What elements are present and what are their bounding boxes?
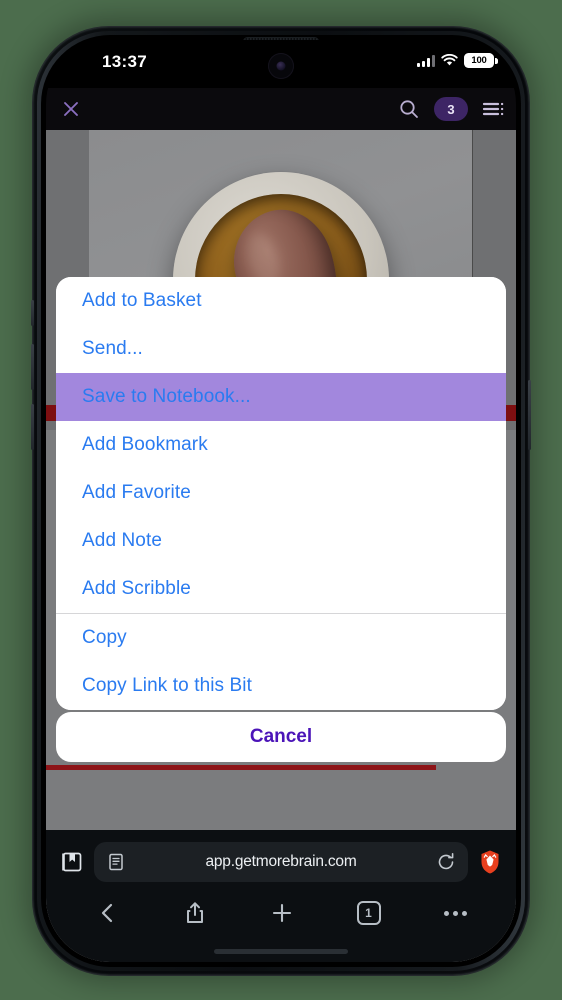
brave-shield-lion-icon[interactable] [478,849,502,875]
dynamic-island [268,53,294,79]
reader-mode-icon[interactable] [106,852,126,872]
badge-count-text: 3 [447,101,455,117]
page-load-progress-bar [46,765,436,770]
status-bar-indicators: 100 [417,53,498,68]
home-indicator [214,949,348,954]
tab-count-button[interactable]: 1 [356,901,381,925]
list-menu-icon[interactable] [482,100,504,118]
share-icon[interactable] [183,901,207,925]
action-item-save-to-notebook[interactable]: Save to Notebook... [56,373,506,421]
action-item-add-note[interactable]: Add Note [56,517,506,565]
cancel-button[interactable]: Cancel [56,712,506,762]
action-item-add-scribble[interactable]: Add Scribble [56,565,506,613]
url-bar[interactable]: app.getmorebrain.com [94,842,468,882]
status-bar-clock: 13:37 [102,52,147,71]
silent-switch[interactable] [31,300,34,326]
screenshot-stage: 13:37 100 3 Add to Basket Send... Save t… [0,0,562,1000]
back-arrow-icon[interactable] [96,901,120,925]
tab-count-text: 1 [365,906,372,920]
progress-bar-left-edge [46,405,56,421]
reload-icon[interactable] [436,852,456,872]
browser-nav-row: 1 [46,888,516,938]
battery-level-text: 100 [471,55,487,66]
browser-url-row: app.getmorebrain.com [46,840,516,884]
action-sheet: Add to Basket Send... Save to Notebook..… [56,277,506,710]
front-camera-icon [276,61,286,71]
phone-screen: 13:37 100 3 Add to Basket Send... Save t… [46,40,516,962]
power-button[interactable] [528,380,531,450]
wifi-icon [441,54,458,67]
action-item-add-to-basket[interactable]: Add to Basket [56,277,506,325]
browser-chrome: app.getmorebrain.com 1 [46,830,516,962]
close-icon[interactable] [58,96,84,122]
action-item-add-favorite[interactable]: Add Favorite [56,469,506,517]
more-options-icon[interactable] [443,910,467,916]
volume-up-button[interactable] [31,344,34,390]
progress-bar-right-edge [506,405,516,421]
cellular-signal-icon [417,54,435,67]
search-icon[interactable] [398,98,420,120]
action-item-copy[interactable]: Copy [56,614,506,662]
action-item-send[interactable]: Send... [56,325,506,373]
app-top-bar: 3 [46,88,516,130]
action-item-copy-link-to-this-bit[interactable]: Copy Link to this Bit [56,662,506,710]
volume-down-button[interactable] [31,404,34,450]
url-text: app.getmorebrain.com [205,853,357,870]
bookmarks-book-icon[interactable] [60,850,84,874]
battery-icon: 100 [464,53,498,68]
action-item-add-bookmark[interactable]: Add Bookmark [56,421,506,469]
app-bar-actions: 3 [398,97,504,121]
status-bar: 13:37 100 [46,40,516,88]
plus-icon[interactable] [270,901,294,925]
basket-count-badge[interactable]: 3 [434,97,468,121]
